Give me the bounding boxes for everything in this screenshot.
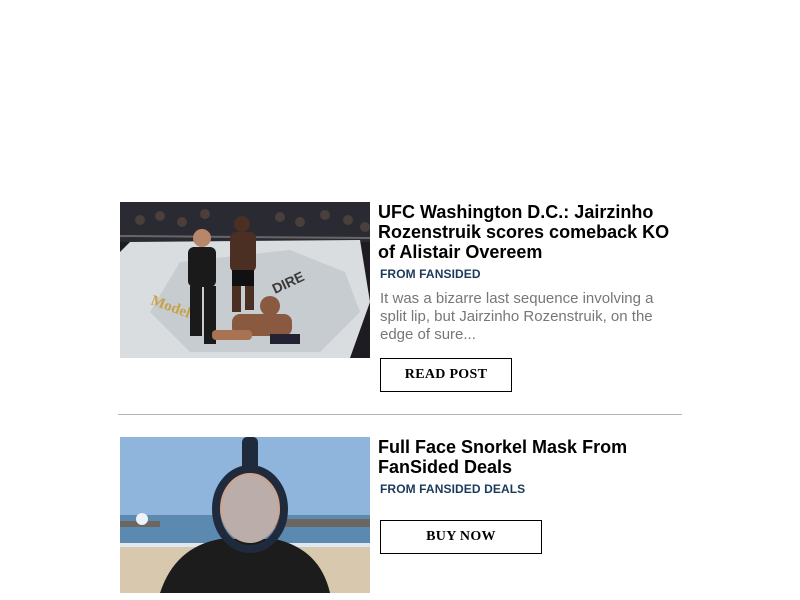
snorkel-mask-thumbnail[interactable]	[120, 437, 370, 593]
read-post-button[interactable]: READ POST	[380, 358, 512, 392]
feed-page: Modelo DIRE UFC Washington D.C.: Jairzin…	[0, 0, 800, 600]
ufc-fight-image: Modelo DIRE	[120, 202, 370, 358]
article-title[interactable]: Full Face Snorkel Mask From FanSided Dea…	[378, 437, 690, 477]
article-source: FROM FANSIDED	[380, 267, 481, 281]
article-title[interactable]: UFC Washington D.C.: Jairzinho Rozenstru…	[378, 202, 690, 262]
article-content: Full Face Snorkel Mask From FanSided Dea…	[378, 437, 690, 496]
article-excerpt: It was a bizarre last sequence involving…	[380, 290, 654, 343]
article-card-snorkel: Full Face Snorkel Mask From FanSided Dea…	[120, 437, 690, 600]
snorkel-mask-image	[120, 437, 370, 593]
buy-now-button[interactable]: BUY NOW	[380, 520, 542, 554]
article-content: UFC Washington D.C.: Jairzinho Rozenstru…	[378, 202, 690, 344]
article-source: FROM FANSIDED DEALS	[380, 482, 526, 496]
article-card-ufc: Modelo DIRE UFC Washington D.C.: Jairzin…	[120, 202, 690, 402]
ufc-fight-thumbnail[interactable]: Modelo DIRE	[120, 202, 370, 358]
card-divider	[118, 414, 682, 415]
